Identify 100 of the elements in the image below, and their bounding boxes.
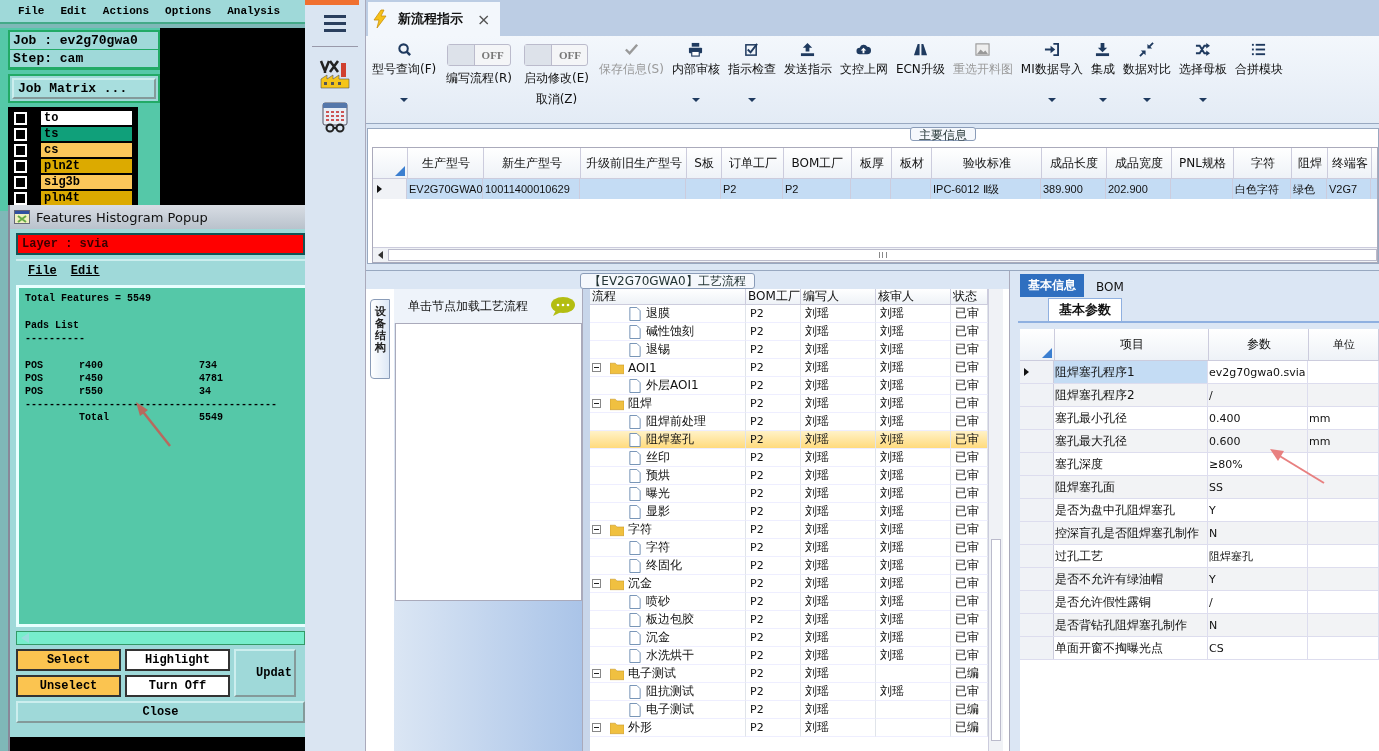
menu-item[interactable]: Analysis [227,5,281,17]
column-header[interactable]: BOM工厂 [746,289,801,304]
toolbar-button[interactable]: 指示检查 [723,40,780,104]
layer-name[interactable]: sig3b [41,175,132,189]
toggle-button[interactable]: Highlight [125,649,230,671]
tree-row[interactable]: 显影 P2 刘瑶 刘瑶 已审 [590,503,988,521]
column-header[interactable]: 订单工厂 [722,148,784,178]
column-header[interactable]: 流程 [590,289,746,304]
tree-row[interactable]: 曝光 P2 刘瑶 刘瑶 已审 [590,485,988,503]
collapse-icon[interactable] [592,579,601,588]
toolbar-button[interactable]: 数据对比 [1118,40,1175,104]
tree-row[interactable]: 退锡 P2 刘瑶 刘瑶 已审 [590,341,988,359]
update-button[interactable]: Updat [234,649,296,697]
column-header[interactable]: 项目 [1055,329,1209,360]
document-tab[interactable]: 新流程指示 × [368,2,501,36]
menu-item[interactable]: Options [165,5,212,17]
layer-name[interactable]: to [41,111,132,125]
table-row[interactable]: 单面开窗不掏曝光点 CS [1020,637,1379,660]
table-row[interactable]: 是否背钻孔阻焊塞孔制作 N [1020,614,1379,637]
tree-row[interactable]: 外形 P2 刘瑶 已编 [590,719,988,737]
tree-row[interactable]: 碱性蚀刻 P2 刘瑶 刘瑶 已审 [590,323,988,341]
layer-checkbox[interactable] [14,143,27,157]
tree-row[interactable]: 外层AOI1 P2 刘瑶 刘瑶 已审 [590,377,988,395]
close-icon[interactable]: × [477,9,491,29]
tree-row[interactable]: 字符 P2 刘瑶 刘瑶 已审 [590,521,988,539]
layer-checkbox[interactable] [14,111,27,125]
toolbar-button[interactable]: ECN升级 [891,40,949,80]
table-row[interactable]: 阻焊塞孔面 SS [1020,476,1379,499]
menu-item[interactable]: Edit [70,264,100,278]
splitter-handle[interactable] [582,289,590,751]
layer-checkbox[interactable] [14,191,27,205]
menu-item[interactable]: Edit [60,5,87,17]
column-header[interactable]: 参数 [1209,329,1309,360]
toolbar-button[interactable]: 型号查询(F) [368,40,441,104]
collapse-icon[interactable] [592,723,601,732]
layer-checkbox[interactable] [14,127,27,141]
layer-name[interactable]: pln4t [41,191,132,205]
toggle-button[interactable]: Turn Off [125,675,230,697]
toggle-switch[interactable]: OFF [524,44,589,66]
tree-row[interactable]: 预烘 P2 刘瑶 刘瑶 已审 [590,467,988,485]
menu-icon[interactable] [324,14,346,32]
toolbar-button[interactable]: 集成 [1086,40,1119,104]
table-row[interactable]: EV2G70GWA0 10011400010629 P2 P2 IPC-6012 Ⅱ级 389.900 202.900 白色字符 绿色 V2G7 [373,179,1377,199]
column-header[interactable]: 编写人 [801,289,876,304]
job-matrix-button[interactable]: Job Matrix ... [12,78,156,99]
collapse-icon[interactable] [592,669,601,678]
tree-row[interactable]: 沉金 P2 刘瑶 刘瑶 已审 [590,629,988,647]
toggle-switch[interactable]: OFF [447,44,512,66]
column-header[interactable]: 字符 [1234,148,1292,178]
table-row[interactable]: 是否不允许有绿油帽 Y [1020,568,1379,591]
column-header[interactable]: 成品长度 [1042,148,1107,178]
tab[interactable]: 基本信息 [1020,274,1084,297]
table-row[interactable]: 塞孔最大孔径 0.600 mm [1020,430,1379,453]
column-header[interactable]: BOM工厂 [784,148,852,178]
tree-row[interactable]: 沉金 P2 刘瑶 刘瑶 已审 [590,575,988,593]
side-tab[interactable]: 设备结构 [370,299,390,379]
tab[interactable]: BOM [1088,277,1132,297]
tree-row[interactable]: 退膜 P2 刘瑶 刘瑶 已审 [590,305,988,323]
select-button[interactable]: Select [16,649,121,671]
tree-row[interactable]: 丝印 P2 刘瑶 刘瑶 已审 [590,449,988,467]
column-header[interactable]: 板材 [892,148,932,178]
column-header[interactable]: 阻焊 [1292,148,1328,178]
table-row[interactable]: 阻焊塞孔程序2 / [1020,384,1379,407]
table-row[interactable]: 控深盲孔是否阻焊塞孔制作 N [1020,522,1379,545]
menu-item[interactable]: Actions [102,5,150,17]
tree-row[interactable]: 终固化 P2 刘瑶 刘瑶 已审 [590,557,988,575]
collapse-icon[interactable] [592,525,601,534]
menu-item[interactable]: File [18,5,45,17]
collapse-icon[interactable] [592,399,601,408]
select-button[interactable]: Unselect [16,675,121,697]
tree-row[interactable]: 电子测试 P2 刘瑶 已编 [590,665,988,683]
toolbar-button[interactable]: 选择母板 [1174,40,1231,104]
column-header[interactable]: 单位 [1309,329,1379,360]
calendar-icon[interactable] [319,101,351,133]
column-header[interactable]: PNL规格 [1172,148,1234,178]
sub-tab[interactable]: 基本参数 [1048,298,1122,321]
tree-row[interactable]: 水洗烘干 P2 刘瑶 刘瑶 已审 [590,647,988,665]
column-header[interactable]: S板 [687,148,722,178]
collapse-icon[interactable] [592,363,601,372]
column-header[interactable]: 生产型号 [408,148,484,178]
layer-name[interactable]: cs [41,143,132,157]
tree-row[interactable]: 电子测试 P2 刘瑶 已编 [590,701,988,719]
column-header[interactable]: 验收标准 [932,148,1042,178]
tree-row[interactable]: 阻抗测试 P2 刘瑶 刘瑶 已审 [590,683,988,701]
column-header[interactable]: 板厚 [852,148,892,178]
column-header[interactable]: 核审人 [876,289,951,304]
column-header[interactable]: 成品宽度 [1107,148,1172,178]
toolbar-button[interactable]: 文控上网 [835,40,892,80]
layer-name[interactable]: ts [41,127,132,141]
column-header[interactable]: 终端客 [1328,148,1372,178]
tree-row[interactable]: 板边包胶 P2 刘瑶 刘瑶 已审 [590,611,988,629]
layer-checkbox[interactable] [14,175,27,189]
table-row[interactable]: 阻焊塞孔程序1 ev2g70gwa0.svia [1020,361,1379,384]
column-header[interactable]: 升级前旧生产型号 [581,148,687,178]
toolbar-button[interactable]: 合拼模块 [1230,40,1287,80]
layer-checkbox[interactable] [14,159,27,173]
tree-row[interactable]: 阻焊塞孔 P2 刘瑶 刘瑶 已审 [590,431,988,449]
tree-row[interactable]: 阻焊 P2 刘瑶 刘瑶 已审 [590,395,988,413]
toolbar-button[interactable]: MI数据导入 [1016,40,1087,104]
toolbar-button[interactable]: 发送指示 [779,40,836,80]
